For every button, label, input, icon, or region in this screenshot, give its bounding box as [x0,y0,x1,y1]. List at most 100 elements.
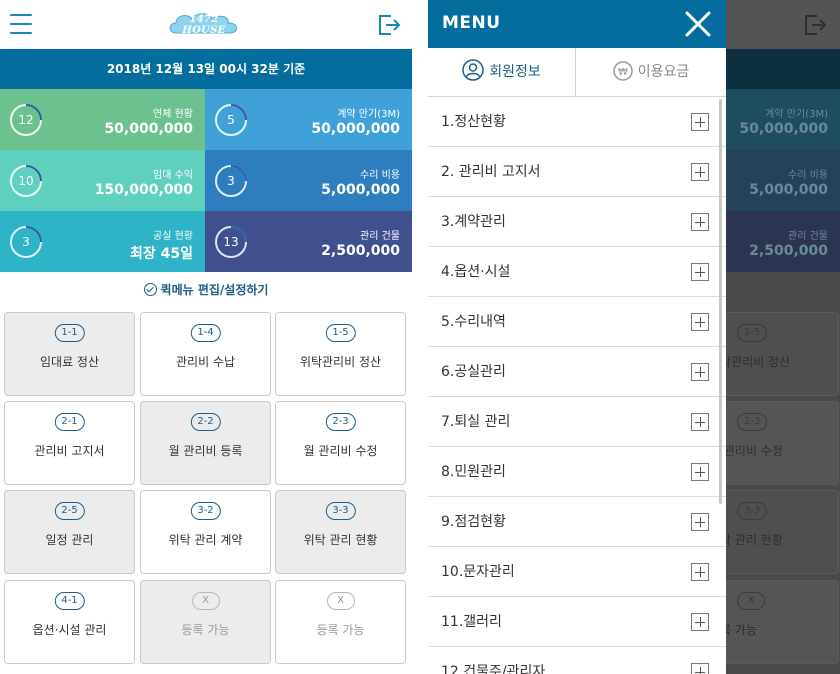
plus-box-icon[interactable] [691,313,709,331]
plus-box-icon[interactable] [691,563,709,581]
quickmenu-tile[interactable]: 3-3 위탁 관리 현황 [275,490,406,574]
quickmenu-tile-empty[interactable]: X 등록 가능 [140,580,271,664]
top-bar: 1472 HOUSE [0,0,412,49]
drawer-menu-item[interactable]: 10.문자관리 [428,547,726,597]
tile-code-badge: X [326,592,355,610]
drawer-menu-item[interactable]: 6.공실관리 [428,347,726,397]
drawer-menu-item[interactable]: 9.점검현황 [428,497,726,547]
drawer-menu-label: 12.건물주/관리자 [441,664,546,674]
logout-icon[interactable] [377,13,401,37]
drawer-menu-label: 10.문자관리 [441,564,515,580]
quickmenu-tile[interactable]: 2-3 월 관리비 수정 [275,401,406,485]
tab-member-info[interactable]: 회원정보 [428,48,576,96]
drawer-menu-label: 8.민원관리 [441,464,506,480]
logo[interactable]: 1472 HOUSE [166,9,242,39]
quickmenu-edit-link[interactable]: 퀵메뉴 편집/설정하기 [0,272,412,308]
drawer-menu-item[interactable]: 1.정산현황 [428,97,726,147]
tile-label: 등록 가능 [316,623,365,637]
stat-label: 관리 건물 [360,231,400,242]
stat-value: 50,000,000 [104,121,193,137]
quickmenu-tile[interactable]: 2-1 관리비 고지서 [4,401,135,485]
drawer-menu-label: 3.계약관리 [441,214,506,230]
dim-tile: X 등록 가능 [726,580,839,664]
stat-card[interactable]: 13 관리 건물 2,500,000 [205,211,412,272]
progress-arc-icon [230,226,247,243]
drawer-title: MENU [442,13,501,33]
tab-usage-fee[interactable]: ₩ 이용요금 [576,48,726,96]
date-banner: 2018년 12월 13일 00시 32분 기준 [0,49,412,89]
logout-icon [805,15,827,35]
svg-text:₩: ₩ [618,67,628,78]
tile-code-badge: 2-1 [54,413,85,431]
progress-arc-icon [25,226,42,243]
stat-card[interactable]: 12 연체 현황 50,000,000 [0,89,205,150]
drawer-menu-item[interactable]: 2. 관리비 고지서 [428,147,726,197]
tile-label: 월 관리비 등록 [168,444,243,458]
drawer-menu-label: 4.옵션·시설 [441,264,511,280]
dim-topbar [726,0,840,49]
quickmenu-tile[interactable]: 1-4 관리비 수납 [140,312,271,396]
plus-box-icon[interactable] [691,113,709,131]
stat-card[interactable]: 3 수리 비용 5,000,000 [205,150,412,211]
quickmenu-tile-empty[interactable]: X 등록 가능 [275,580,406,664]
drawer-menu-item[interactable]: 3.계약관리 [428,197,726,247]
dimmed-overlay[interactable]: 계약 만기(3M) 50,000,000 수리 비용 5,000,000 관리 … [726,0,840,674]
plus-box-icon[interactable] [691,663,709,674]
tile-label: 위탁 관리 현황 [303,533,378,547]
quickmenu-tile[interactable]: 4-1 옵션·시설 관리 [4,580,135,664]
tile-code-badge: X [191,592,220,610]
dim-stat-value: 50,000,000 [739,121,828,137]
plus-box-icon[interactable] [691,513,709,531]
tile-code-badge: 2-2 [190,413,221,431]
plus-box-icon[interactable] [691,163,709,181]
drawer-menu-label: 7.퇴실 관리 [441,414,511,430]
quickmenu-tile[interactable]: 2-5 일정 관리 [4,490,135,574]
tab-member-info-label: 회원정보 [489,64,541,80]
main-screen: 1472 HOUSE 2018년 12월 13일 00시 32분 기준 12 연체… [0,0,412,674]
drawer-menu-item[interactable]: 4.옵션·시설 [428,247,726,297]
stat-card[interactable]: 3 공실 현황 최장 45일 [0,211,205,272]
tile-code-badge: 4-1 [54,592,85,610]
plus-box-icon[interactable] [691,463,709,481]
drawer-menu-item[interactable]: 8.민원관리 [428,447,726,497]
user-icon [462,59,484,81]
progress-arc-icon [25,165,42,182]
tile-label: 월 관리비 수정 [303,444,378,458]
hamburger-icon[interactable] [10,14,32,34]
stat-card[interactable]: 10 임대 수익 150,000,000 [0,150,205,211]
tile-code-badge: 1-4 [190,324,221,342]
plus-box-icon[interactable] [691,213,709,231]
tile-code-badge: 2-3 [325,413,356,431]
drawer-tabs: 회원정보 ₩ 이용요금 [428,48,726,97]
dim-tile: 2-3 월 관리비 수정 [726,401,839,485]
tile-label: 임대료 정산 [39,355,99,369]
stat-card[interactable]: 5 계약 만기(3M) 50,000,000 [205,89,412,150]
quickmenu-tile[interactable]: 3-2 위탁 관리 계약 [140,490,271,574]
drawer-menu-item[interactable]: 7.퇴실 관리 [428,397,726,447]
quickmenu-tile[interactable]: 1-1 임대료 정산 [4,312,135,396]
drawer-menu-item[interactable]: 12.건물주/관리자 [428,647,726,674]
plus-box-icon[interactable] [691,263,709,281]
close-icon[interactable] [684,10,712,38]
stat-value: 2,500,000 [321,243,400,259]
drawer-menu-item[interactable]: 5.수리내역 [428,297,726,347]
tile-label: 관리비 수납 [175,355,235,369]
drawer-menu-label: 2. 관리비 고지서 [441,164,541,180]
plus-box-icon[interactable] [691,413,709,431]
dim-tile-label: 위탁관리비 정산 [726,355,791,369]
tile-code-badge: 2-5 [54,502,85,520]
scrollbar[interactable] [719,99,722,504]
tile-code-badge: 1-5 [325,324,356,342]
plus-box-icon[interactable] [691,363,709,381]
drawer-menu-list: 1.정산현황 2. 관리비 고지서 3.계약관리 4.옵션·시설 5.수리내역 6.공실관… [428,97,726,674]
tile-label: 관리비 고지서 [34,444,105,458]
plus-box-icon[interactable] [691,613,709,631]
drawer-header: MENU [428,0,726,48]
drawer-menu-item[interactable]: 11.갤러리 [428,597,726,647]
dim-stat-label: 관리 건물 [788,231,828,242]
progress-arc-icon [230,165,247,182]
dim-date-banner [726,49,840,89]
quickmenu-tile[interactable]: 1-5 위탁관리비 정산 [275,312,406,396]
stat-label: 임대 수익 [153,170,193,181]
quickmenu-tile[interactable]: 2-2 월 관리비 등록 [140,401,271,485]
